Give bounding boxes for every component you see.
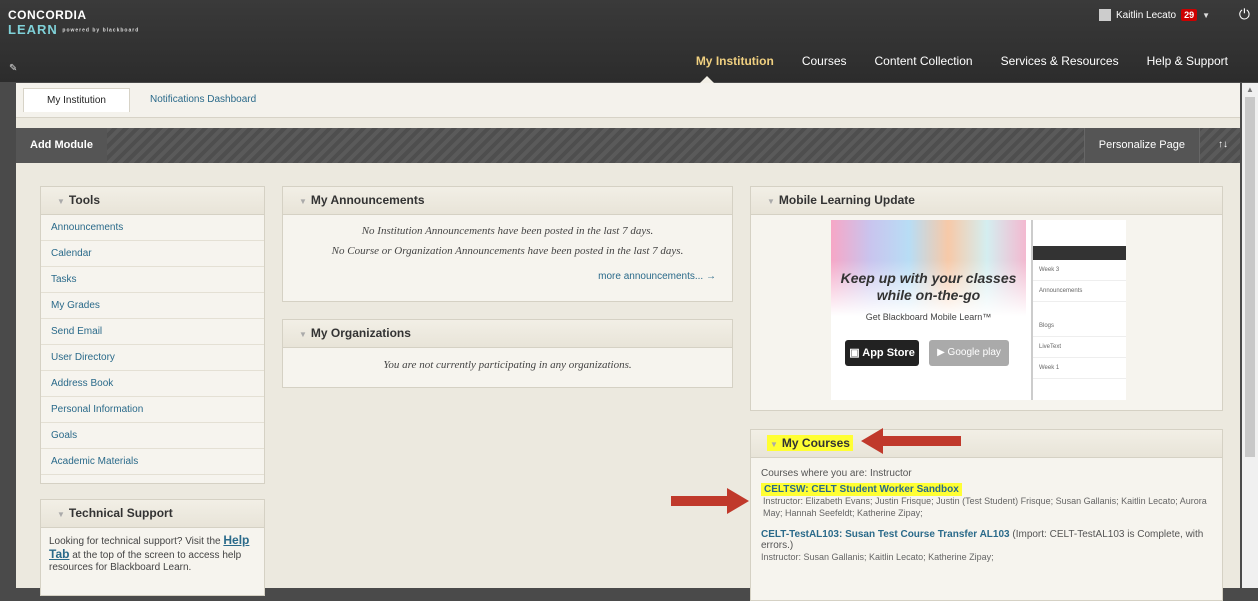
active-nav-indicator xyxy=(700,76,714,83)
sub-tabs: My Institution Notifications Dashboard xyxy=(16,83,1240,118)
course-instructors: Instructor: Susan Gallanis; Kaitlin Leca… xyxy=(761,552,994,562)
collapse-icon[interactable]: ▼ xyxy=(770,440,778,449)
announcements-header[interactable]: ▼ My Announcements xyxy=(283,187,732,215)
tab-notifications-dashboard[interactable]: Notifications Dashboard xyxy=(150,94,256,105)
phone-row: Announcements xyxy=(1033,281,1126,302)
personalize-page-button[interactable]: Personalize Page xyxy=(1083,128,1200,163)
mobile-learning-header[interactable]: ▼ Mobile Learning Update xyxy=(751,187,1222,215)
user-menu[interactable]: Kaitlin Lecato 29 ▼ xyxy=(1099,9,1210,21)
google-play-badge[interactable]: ▶ Google play xyxy=(929,340,1009,366)
logout-icon[interactable]: ⏻ xyxy=(1239,6,1250,23)
nav-help-support[interactable]: Help & Support xyxy=(1147,54,1228,68)
my-courses-header[interactable]: ▼ My Courses xyxy=(751,430,1222,458)
collapse-icon[interactable]: ▼ xyxy=(57,197,65,206)
tool-announcements[interactable]: Announcements xyxy=(41,215,264,241)
phone-mockup: Week 3 Announcements Blogs LiveText Week… xyxy=(1031,220,1126,400)
page-content: My Institution Notifications Dashboard A… xyxy=(16,83,1240,601)
top-bar: CONCORDIA LEARN powered by blackboard ✎ … xyxy=(0,0,1258,83)
nav-services-resources[interactable]: Services & Resources xyxy=(1001,54,1119,68)
collapse-icon[interactable]: ▼ xyxy=(299,330,307,339)
support-header[interactable]: ▼ Technical Support xyxy=(41,500,264,528)
course-link-celt-testal103[interactable]: CELT-TestAL103: Susan Test Course Transf… xyxy=(761,529,1010,540)
mobile-learn-ad[interactable]: Keep up with your classes while on-the-go… xyxy=(831,220,1126,400)
add-module-button[interactable]: Add Module xyxy=(16,128,107,163)
tool-user-directory[interactable]: User Directory xyxy=(41,345,264,371)
organizations-text: You are not currently participating in a… xyxy=(383,359,632,371)
play-icon: ▶ xyxy=(937,347,945,358)
pin-icon[interactable]: ✎ xyxy=(9,63,17,74)
announcements-module: ▼ My Announcements No Institution Announc… xyxy=(282,186,733,302)
scrollbar[interactable]: ▲ xyxy=(1242,83,1258,588)
course-instructors: Instructor: Elizabeth Evans; Justin Fris… xyxy=(763,496,1207,518)
scrollbar-thumb[interactable] xyxy=(1245,97,1255,457)
user-name: Kaitlin Lecato xyxy=(1116,9,1177,21)
organizations-module: ▼ My Organizations You are not currently … xyxy=(282,319,733,388)
ad-headline: Keep up with your classes while on-the-go xyxy=(840,270,1017,303)
tool-my-grades[interactable]: My Grades xyxy=(41,293,264,319)
institution-announcements-text: No Institution Announcements have been p… xyxy=(361,225,654,237)
tool-send-email[interactable]: Send Email xyxy=(41,319,264,345)
my-courses-module: ▼ My Courses Courses where you are: Instr… xyxy=(750,429,1223,601)
apple-icon: ▣ xyxy=(849,347,860,359)
tools-list: Announcements Calendar Tasks My Grades S… xyxy=(41,215,264,475)
module-bar: Add Module Personalize Page ↑↓ xyxy=(16,128,1240,163)
phone-row: Week 1 xyxy=(1033,358,1126,379)
notification-badge[interactable]: 29 xyxy=(1181,9,1198,21)
nav-my-institution[interactable]: My Institution xyxy=(696,54,774,68)
collapse-icon[interactable]: ▼ xyxy=(767,197,775,206)
tool-tasks[interactable]: Tasks xyxy=(41,267,264,293)
courses-role-text: Courses where you are: Instructor xyxy=(761,468,912,479)
sort-icon[interactable]: ↑↓ xyxy=(1218,139,1228,150)
tool-academic-materials[interactable]: Academic Materials xyxy=(41,449,264,475)
organizations-header[interactable]: ▼ My Organizations xyxy=(283,320,732,348)
nav-courses[interactable]: Courses xyxy=(802,54,847,68)
phone-row: Week 3 xyxy=(1033,260,1126,281)
course-announcements-text: No Course or Organization Announcements … xyxy=(331,245,684,257)
tool-personal-information[interactable]: Personal Information xyxy=(41,397,264,423)
tool-calendar[interactable]: Calendar xyxy=(41,241,264,267)
avatar xyxy=(1099,9,1112,21)
app-store-badge[interactable]: ▣ App Store xyxy=(845,340,919,366)
collapse-icon[interactable]: ▼ xyxy=(57,510,65,519)
annotation-arrow xyxy=(861,428,961,454)
chevron-down-icon[interactable]: ▼ xyxy=(1202,11,1210,20)
phone-row: Blogs xyxy=(1033,316,1126,337)
scroll-up-icon[interactable]: ▲ xyxy=(1246,85,1254,94)
collapse-icon[interactable]: ▼ xyxy=(299,197,307,206)
nav-content-collection[interactable]: Content Collection xyxy=(875,54,973,68)
tool-address-book[interactable]: Address Book xyxy=(41,371,264,397)
main-nav: My Institution Courses Content Collectio… xyxy=(696,54,1228,68)
ad-subline: Get Blackboard Mobile Learn™ xyxy=(865,312,992,322)
mobile-learning-module: ▼ Mobile Learning Update Keep up with you… xyxy=(750,186,1223,411)
tab-my-institution[interactable]: My Institution xyxy=(23,88,130,112)
tools-header[interactable]: ▼ Tools xyxy=(41,187,264,215)
annotation-arrow xyxy=(671,488,749,514)
tool-goals[interactable]: Goals xyxy=(41,423,264,449)
phone-row: LiveText xyxy=(1033,337,1126,358)
more-announcements-link[interactable]: more announcements... → xyxy=(283,271,732,282)
concordia-learn-logo[interactable]: CONCORDIA LEARN powered by blackboard xyxy=(8,8,139,37)
technical-support-module: ▼ Technical Support Looking for technical… xyxy=(40,499,265,596)
arrow-right-icon: → xyxy=(706,271,716,282)
support-text: Looking for technical support? Visit the… xyxy=(49,533,250,573)
tools-module: ▼ Tools Announcements Calendar Tasks My G… xyxy=(40,186,265,484)
